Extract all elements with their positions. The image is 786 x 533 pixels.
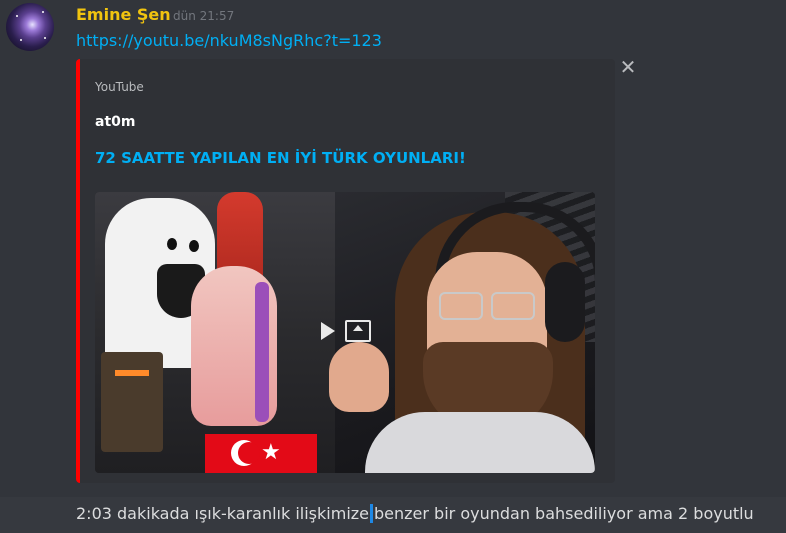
avatar[interactable]: [6, 3, 54, 51]
message-timestamp: dün 21:57: [173, 9, 235, 23]
video-thumbnail[interactable]: ★: [95, 192, 595, 473]
text-caret: [370, 504, 373, 523]
play-icon[interactable]: [321, 322, 335, 340]
embed-author[interactable]: at0m: [95, 114, 135, 130]
thumbnail-glasses: [439, 292, 535, 320]
embed-provider[interactable]: YouTube: [95, 80, 144, 94]
embed-accent-bar: [76, 59, 80, 483]
message-text-after-caret: benzer bir oyundan bahsediliyor ama 2 bo…: [374, 504, 754, 523]
message-group: Emine Şen dün 21:57 https://youtu.be/nku…: [0, 0, 786, 497]
youtube-embed: YouTube at0m 72 SAATTE YAPILAN EN İYİ TÜ…: [76, 59, 615, 483]
video-controls-overlay: [313, 311, 377, 351]
thumbnail-lens: [491, 292, 535, 320]
turkish-flag-icon: ★: [205, 434, 317, 473]
avatar-star: [42, 11, 44, 13]
embed-title[interactable]: 72 SAATTE YAPILAN EN İYİ TÜRK OYUNLARI!: [95, 149, 466, 167]
thumbnail-purple-stripe: [255, 282, 269, 422]
avatar-star: [20, 39, 22, 41]
thumbnail-headphone: [545, 262, 585, 342]
message-link[interactable]: https://youtu.be/nkuM8sNgRhc?t=123: [76, 31, 382, 50]
thumbnail-game-scene: ★: [95, 192, 335, 473]
message-text-before-caret: 2:03 dakikada ışık-karanlık ilişkimize: [76, 504, 369, 523]
avatar-star: [44, 37, 46, 39]
thumbnail-glowing-eyes: [115, 370, 149, 376]
flag-star-icon: ★: [261, 440, 281, 465]
thumbnail-lens: [439, 292, 483, 320]
message-input-text[interactable]: 2:03 dakikada ışık-karanlık ilişkimize be…: [76, 504, 754, 523]
thumbnail-blocky-character: [101, 352, 163, 452]
thumbnail-ghost-eye: [167, 238, 177, 250]
avatar-star: [16, 15, 18, 17]
thumbnail-shirt: [365, 412, 595, 473]
username[interactable]: Emine Şen: [76, 5, 171, 24]
thumbnail-ghost-eye: [189, 240, 199, 252]
remove-embed-close-icon[interactable]: ✕: [618, 56, 638, 78]
open-external-icon[interactable]: [345, 320, 371, 342]
flag-crescent-cut: [238, 442, 260, 464]
thumbnail-pointing-hand: [329, 342, 389, 412]
